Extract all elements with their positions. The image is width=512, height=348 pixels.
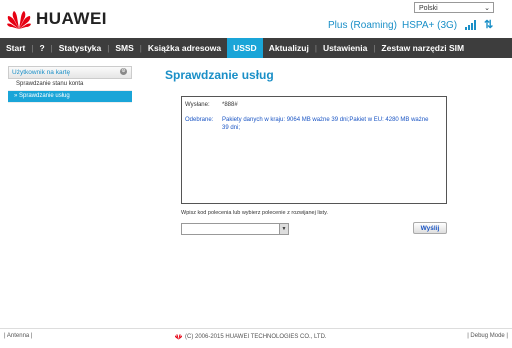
sidebar-item-services[interactable]: » Sprawdzanie usług [8,91,132,103]
language-select[interactable]: Polski ⌄ [414,2,494,13]
debug-mode-link[interactable]: | Debug Mode | [467,333,508,339]
copyright: (C) 2006-2015 HUAWEI TECHNOLOGIES CO., L… [174,333,327,340]
nav-sms[interactable]: SMS [109,38,139,58]
main-nav: Start | ? | Statystyka | SMS | Książka a… [0,38,512,58]
chevron-down-icon: ⌄ [484,5,490,12]
sent-value: *888# [222,102,238,108]
updown-arrows-icon: ⇅ [484,19,494,31]
operator-status: Plus (Roaming) [328,20,397,31]
nav-update[interactable]: Aktualizuj [263,38,315,58]
nav-start[interactable]: Start [0,38,31,58]
nav-ussd[interactable]: USSD [227,38,263,58]
sent-label: Wysłane: [185,102,210,108]
command-select[interactable]: ▼ [181,223,289,235]
send-button[interactable]: Wyślij [413,222,447,234]
huawei-logo-icon [7,11,31,29]
footer-divider [0,328,512,329]
antenna-label: | Antenna | [4,333,33,339]
received-value: Pakiety danych w kraju: 9064 MB ważne 39… [222,117,429,131]
page-title: Sprawdzanie usług [165,68,274,82]
signal-bars-icon [465,20,479,30]
huawei-logo-icon [174,333,183,340]
nav-statistics[interactable]: Statystyka [53,38,108,58]
language-value: Polski [419,5,438,12]
dropdown-arrow-icon[interactable]: ▼ [279,224,288,234]
nav-sim-toolkit[interactable]: Zestaw narzędzi SIM [375,38,470,58]
nav-help[interactable]: ? [33,38,50,58]
sidebar-heading-label: Użytkownik na kartę [12,69,71,76]
nav-settings[interactable]: Ustawienia [317,38,373,58]
gear-icon: ⚙ [120,68,127,75]
brand-name: HUAWEI [36,9,107,28]
sidebar-heading[interactable]: Użytkownik na kartę ⚙ [8,66,132,79]
brand-logo: HUAWEI [6,8,107,30]
sidebar-item-balance[interactable]: Sprawdzanie stanu konta [8,79,132,91]
received-label: Odebrane: [185,117,214,123]
nav-address-book[interactable]: Książka adresowa [142,38,227,58]
instruction-text: Wpisz kod polecenia lub wybierz poleceni… [181,210,328,216]
ussd-response-box: Wysłane: *888# Odebrane: Pakiety danych … [181,96,447,204]
network-type: HSPA+ (3G) [402,20,458,31]
sidebar: Użytkownik na kartę ⚙ Sprawdzanie stanu … [8,66,132,103]
copyright-text: (C) 2006-2015 HUAWEI TECHNOLOGIES CO., L… [185,333,327,340]
